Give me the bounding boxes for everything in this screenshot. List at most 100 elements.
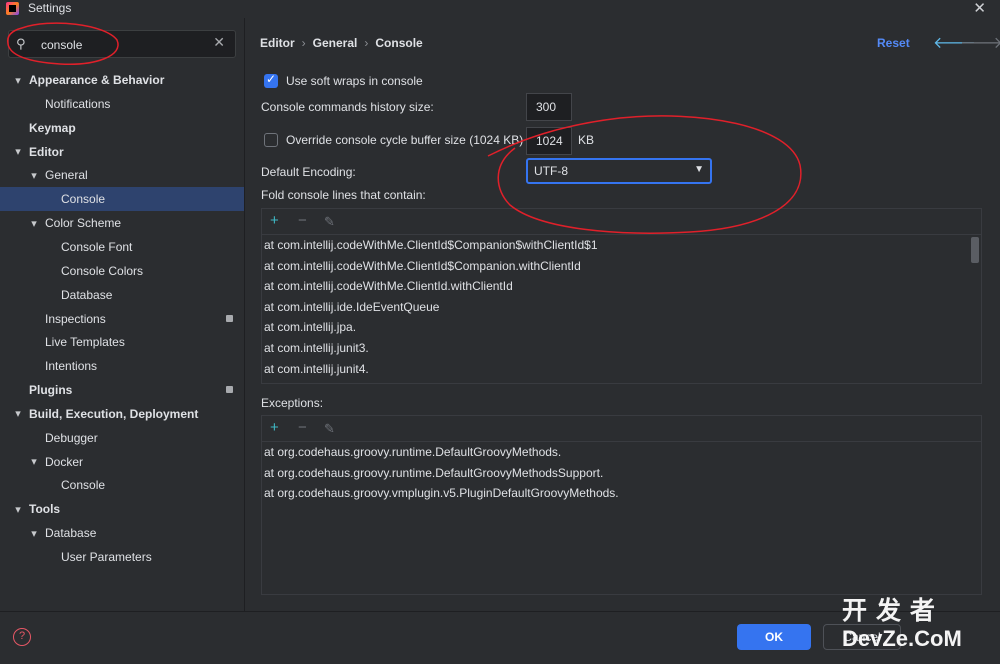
edit-pencil-icon[interactable]: ✎ — [324, 214, 335, 230]
chevron-down-icon[interactable]: ▾ — [28, 527, 40, 540]
exceptions-list: + − ✎ at org.codehaus.groovy.runtime.Def… — [261, 415, 982, 595]
project-scope-icon — [226, 386, 233, 394]
buffer-size-input[interactable]: 1024 — [526, 127, 572, 155]
sidebar-item-debugger[interactable]: Debugger — [0, 426, 244, 450]
sidebar-item-label: Console — [61, 478, 106, 493]
breadcrumb-separator: › — [301, 36, 306, 50]
sidebar-item-docker[interactable]: ▾ Docker — [0, 450, 244, 474]
breadcrumb-general[interactable]: General — [313, 36, 358, 50]
sidebar-item-console-colors[interactable]: Console Colors — [0, 259, 244, 283]
fold-line-row[interactable]: at com.intellij.codeWithMe.ClientId.with… — [262, 276, 969, 297]
sidebar-item-label: Build, Execution, Deployment — [29, 406, 199, 421]
search-icon: ⚲ — [16, 36, 26, 51]
settings-search-box[interactable]: ⚲ ✕ — [8, 30, 236, 58]
override-buffer-label: Override console cycle buffer size (1024… — [286, 133, 524, 147]
watermark-line-2: DevZe.CoM — [842, 626, 962, 651]
soft-wraps-label: Use soft wraps in console — [286, 74, 423, 88]
exceptions-toolbar: + − ✎ — [262, 416, 981, 442]
watermark-line-1: 开 发 者 — [842, 597, 936, 625]
sidebar-item-console[interactable]: Console — [0, 187, 244, 212]
sidebar-item-color-scheme[interactable]: ▾ Color Scheme — [0, 211, 244, 235]
sidebar-item-label: Keymap — [29, 120, 76, 135]
remove-icon[interactable]: − — [298, 212, 307, 229]
fold-lines-label: Fold console lines that contain: — [261, 188, 426, 202]
fold-line-row[interactable]: at com.intellij.jpa. — [262, 317, 969, 338]
close-icon[interactable]: ✕ — [973, 0, 986, 17]
sidebar-item-console[interactable]: Console — [0, 473, 244, 497]
sidebar-item-label: Console Colors — [61, 263, 144, 278]
sidebar-item-inspections[interactable]: Inspections — [0, 307, 244, 331]
override-buffer-checkbox[interactable] — [264, 133, 278, 147]
console-settings-panel: Editor›General›Console Reset 🡐 🡒 Use sof… — [245, 18, 1000, 611]
sidebar-item-console-font[interactable]: Console Font — [0, 235, 244, 259]
fold-line-row[interactable]: at com.intellij.codeWithMe.ClientId$Comp… — [262, 235, 969, 256]
sidebar-item-label: Docker — [45, 454, 84, 469]
ok-button[interactable]: OK — [737, 624, 811, 650]
fold-line-row[interactable]: at com.intellij.junit3. — [262, 338, 969, 359]
add-icon[interactable]: + — [270, 212, 279, 229]
sidebar-item-keymap[interactable]: Keymap — [0, 116, 244, 140]
fold-line-row[interactable]: at com.intellij.codeWithMe.ClientId$Comp… — [262, 256, 969, 277]
sidebar-item-label: Plugins — [29, 383, 73, 398]
sidebar-item-label: Debugger — [45, 430, 98, 445]
exception-row[interactable]: at org.codehaus.groovy.vmplugin.v5.Plugi… — [262, 483, 969, 504]
chevron-down-icon[interactable]: ▾ — [12, 74, 24, 87]
help-icon[interactable]: ? — [13, 628, 31, 646]
edit-pencil-icon[interactable]: ✎ — [324, 421, 335, 437]
sidebar-item-build-execution-deployment[interactable]: ▾ Build, Execution, Deployment — [0, 402, 244, 426]
sidebar-item-user-parameters[interactable]: User Parameters — [0, 545, 244, 569]
sidebar-item-label: Console Font — [61, 239, 133, 254]
sidebar-item-database[interactable]: Database — [0, 283, 244, 307]
fold-lines-toolbar: + − ✎ — [262, 209, 981, 235]
remove-icon[interactable]: − — [298, 419, 307, 436]
settings-search-input[interactable] — [39, 35, 213, 55]
sidebar-item-label: Database — [45, 526, 97, 541]
chevron-down-icon[interactable]: ▾ — [12, 407, 24, 420]
chevron-down-icon[interactable]: ▾ — [12, 503, 24, 516]
history-size-label: Console commands history size: — [261, 100, 434, 114]
fold-line-row[interactable]: at com.intellij.junit5. — [262, 379, 969, 383]
reset-link[interactable]: Reset — [877, 36, 910, 50]
chevron-down-icon[interactable]: ▾ — [28, 217, 40, 230]
history-size-input[interactable]: 300 — [526, 93, 572, 121]
sidebar-item-label: User Parameters — [61, 550, 152, 564]
sidebar-item-tools[interactable]: ▾ Tools — [0, 497, 244, 521]
sidebar-item-label: Tools — [29, 502, 61, 517]
fold-line-row[interactable]: at com.intellij.ide.IdeEventQueue — [262, 297, 969, 318]
fold-lines-scrollbar[interactable] — [971, 237, 979, 263]
sidebar-item-database[interactable]: ▾ Database — [0, 521, 244, 545]
sidebar-item-label: Inspections — [45, 311, 106, 326]
watermark: 开 发 者 DevZe.CoM — [842, 596, 962, 654]
exception-row[interactable]: at org.codehaus.groovy.runtime.DefaultGr… — [262, 463, 969, 484]
clear-search-icon[interactable]: ✕ — [213, 34, 225, 51]
add-icon[interactable]: + — [270, 419, 279, 436]
sidebar-item-appearance-behavior[interactable]: ▾ Appearance & Behavior — [0, 68, 244, 92]
sidebar-item-label: Appearance & Behavior — [29, 73, 165, 87]
chevron-down-icon[interactable]: ▾ — [28, 455, 40, 468]
sidebar-item-label: Console — [61, 192, 106, 207]
chevron-down-icon[interactable]: ▾ — [12, 145, 24, 158]
sidebar-item-label: Editor — [29, 144, 64, 159]
sidebar-item-live-templates[interactable]: Live Templates — [0, 330, 244, 354]
sidebar-item-label: Notifications — [45, 96, 111, 111]
sidebar-item-label: Live Templates — [45, 335, 125, 350]
forward-arrow-icon[interactable]: 🡒 — [960, 32, 1000, 53]
breadcrumb-separator: › — [364, 36, 369, 50]
sidebar-item-intentions[interactable]: Intentions — [0, 354, 244, 378]
exception-row[interactable]: at org.codehaus.groovy.runtime.DefaultGr… — [262, 442, 969, 463]
window-title: Settings — [28, 1, 72, 15]
sidebar-item-notifications[interactable]: Notifications — [0, 92, 244, 116]
sidebar-item-label: Database — [61, 287, 113, 302]
breadcrumb-editor[interactable]: Editor — [260, 36, 295, 50]
sidebar-item-general[interactable]: ▾ General — [0, 163, 244, 187]
chevron-down-icon[interactable]: ▾ — [28, 169, 40, 182]
soft-wraps-checkbox[interactable] — [264, 72, 278, 88]
project-scope-icon — [226, 314, 233, 322]
fold-line-row[interactable]: at com.intellij.junit4. — [262, 359, 969, 380]
encoding-dropdown[interactable]: UTF-8 ▼ — [526, 158, 712, 184]
chevron-down-icon: ▼ — [694, 164, 704, 175]
sidebar-item-editor[interactable]: ▾ Editor — [0, 140, 244, 164]
breadcrumb: Editor › General › Console — [260, 36, 423, 50]
sidebar-item-plugins[interactable]: Plugins — [0, 378, 244, 402]
exceptions-label: Exceptions: — [261, 396, 324, 410]
